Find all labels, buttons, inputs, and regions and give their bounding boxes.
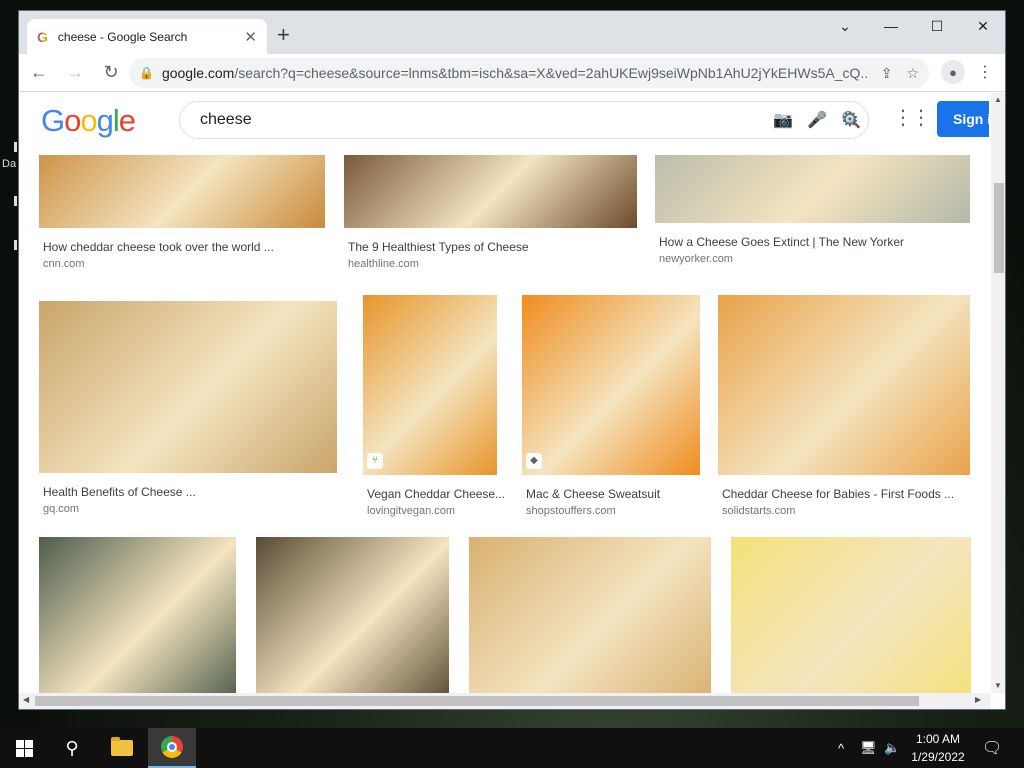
google-header: Google cheese 📷 🎤 🔍 ⚙ ⋮⋮⋮ Sign in — [19, 93, 989, 155]
chrome-taskbar-icon[interactable] — [148, 728, 196, 768]
result-title[interactable]: Mac & Cheese Sweatsuit — [526, 487, 660, 501]
google-favicon-icon: G — [37, 28, 48, 45]
result-title[interactable]: How a Cheese Goes Extinct | The New York… — [659, 235, 904, 249]
desktop-mark — [14, 196, 17, 206]
back-arrow-icon[interactable]: ← — [23, 57, 55, 89]
file-explorer-icon[interactable] — [98, 728, 146, 768]
reload-icon[interactable]: ↻ — [95, 57, 127, 89]
desktop-mark — [14, 240, 17, 250]
sign-in-button[interactable]: Sign in — [937, 101, 989, 137]
taskbar: ⚲ ^ 🖥 🔈 1:00 AM 1/29/2022 🗨 — [0, 728, 1024, 768]
search-input[interactable]: cheese — [200, 111, 766, 129]
minimize-button[interactable]: — — [868, 11, 914, 41]
tray-chevron-icon[interactable]: ^ — [838, 728, 844, 768]
url-text: google.com/search?q=cheese&source=lnms&t… — [161, 65, 867, 81]
recipe-icon: ⑂ — [367, 453, 383, 469]
bookmark-star-icon[interactable]: ☆ — [906, 65, 919, 82]
search-icon[interactable]: ⚲ — [48, 728, 96, 768]
vertical-scrollbar[interactable]: ▲ ▼ — [991, 93, 1005, 693]
result-source[interactable]: lovingitvegan.com — [367, 505, 455, 517]
clock[interactable]: 1:00 AM 1/29/2022 — [905, 730, 971, 766]
tab-search-chevron-icon[interactable]: ⌄ — [822, 11, 868, 41]
result-thumbnail[interactable] — [718, 295, 970, 475]
clock-time: 1:00 AM — [915, 732, 961, 746]
result-thumbnail[interactable] — [469, 537, 711, 693]
search-box[interactable]: cheese 📷 🎤 🔍 — [179, 101, 869, 139]
network-icon[interactable]: 🖥 — [860, 728, 877, 768]
tab-title: cheese - Google Search — [57, 29, 188, 44]
scrollbar-thumb[interactable] — [35, 696, 919, 706]
google-logo[interactable]: Google — [41, 103, 136, 139]
result-source[interactable]: shopstouffers.com — [526, 505, 616, 517]
scrollbar-thumb[interactable] — [994, 183, 1004, 273]
result-title[interactable]: Vegan Cheddar Cheese... — [367, 487, 505, 501]
desktop-mark — [14, 142, 17, 152]
result-source[interactable]: gq.com — [43, 503, 79, 515]
desktop-icon-label: Da — [2, 158, 17, 170]
volume-muted-icon[interactable]: 🔈 — [884, 728, 900, 768]
address-bar[interactable]: 🔒 google.com/search?q=cheese&source=lnms… — [129, 58, 929, 88]
result-title[interactable]: Health Benefits of Cheese ... — [43, 485, 196, 499]
result-title[interactable]: Cheddar Cheese for Babies - First Foods … — [722, 487, 954, 501]
result-thumbnail[interactable] — [39, 537, 236, 693]
close-window-button[interactable]: ✕ — [960, 11, 1005, 41]
windows-logo-icon — [15, 739, 33, 757]
gear-icon[interactable]: ⚙ — [841, 107, 859, 132]
profile-avatar-icon[interactable]: ● — [941, 60, 965, 84]
result-source[interactable]: cnn.com — [43, 258, 85, 270]
browser-window: G cheese - Google Search ✕ + ⌄ — ☐ ✕ ← →… — [18, 10, 1006, 710]
horizontal-scrollbar[interactable]: ◀ ▶ — [19, 693, 991, 709]
maximize-button[interactable]: ☐ — [914, 11, 960, 41]
result-source[interactable]: healthline.com — [348, 258, 419, 270]
lock-icon[interactable]: 🔒 — [139, 66, 154, 80]
share-icon[interactable]: ⇪ — [881, 65, 893, 82]
result-thumbnail[interactable] — [363, 295, 497, 475]
result-source[interactable]: solidstarts.com — [722, 505, 795, 517]
new-tab-button[interactable]: + — [277, 23, 290, 47]
result-source[interactable]: newyorker.com — [659, 253, 733, 265]
notifications-icon[interactable]: 🗨 — [982, 728, 1002, 768]
tag-icon: ◆ — [526, 453, 542, 469]
result-thumbnail[interactable] — [731, 537, 971, 693]
result-thumbnail[interactable] — [256, 537, 449, 693]
scroll-right-icon[interactable]: ▶ — [975, 695, 981, 704]
tab-strip: G cheese - Google Search ✕ + ⌄ — ☐ ✕ — [19, 11, 1005, 54]
scroll-left-icon[interactable]: ◀ — [23, 695, 29, 704]
browser-toolbar: ← → ↻ 🔒 google.com/search?q=cheese&sourc… — [19, 54, 1005, 92]
result-title[interactable]: How cheddar cheese took over the world .… — [43, 240, 274, 254]
forward-arrow-icon[interactable]: → — [59, 57, 91, 89]
tab-close-icon[interactable]: ✕ — [244, 28, 257, 46]
microphone-icon[interactable]: 🎤 — [800, 110, 834, 130]
result-thumbnail[interactable] — [39, 301, 337, 473]
start-button[interactable] — [0, 728, 48, 768]
scroll-up-icon[interactable]: ▲ — [994, 95, 1002, 104]
browser-tab[interactable]: G cheese - Google Search ✕ — [27, 19, 267, 54]
menu-kebab-icon[interactable]: ⋮ — [977, 62, 993, 82]
search-results-page: Google cheese 📷 🎤 🔍 ⚙ ⋮⋮⋮ Sign in How ch… — [19, 93, 989, 693]
scroll-down-icon[interactable]: ▼ — [994, 681, 1002, 690]
result-title[interactable]: The 9 Healthiest Types of Cheese — [348, 240, 529, 254]
clock-date: 1/29/2022 — [911, 750, 965, 764]
result-thumbnail[interactable] — [522, 295, 700, 475]
camera-icon[interactable]: 📷 — [766, 110, 800, 130]
